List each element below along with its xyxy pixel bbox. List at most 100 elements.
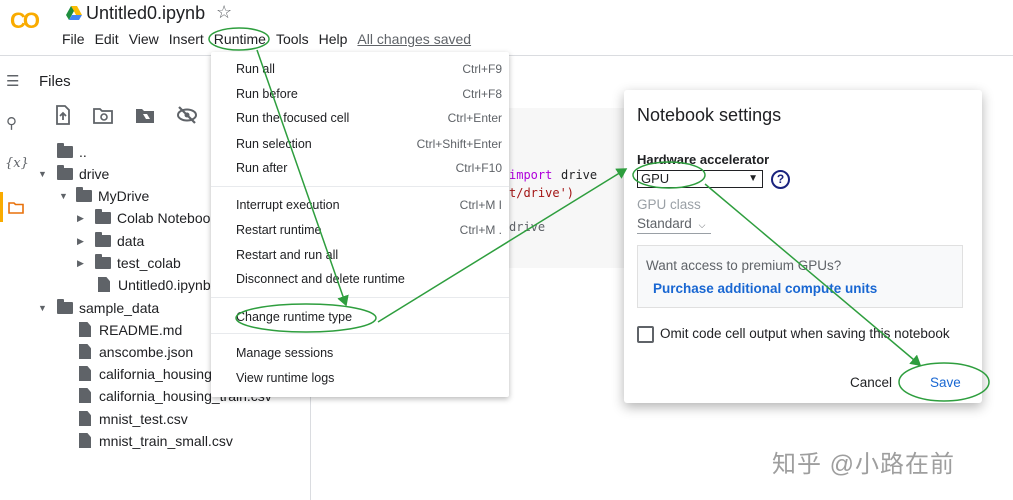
- tree-item-mydrive[interactable]: MyDrive: [76, 186, 149, 206]
- tree-item-label: README.md: [99, 322, 183, 338]
- files-folder-icon[interactable]: [8, 201, 24, 214]
- tree-item-anscombe[interactable]: anscombe.json: [79, 342, 193, 362]
- menu-separator: [211, 297, 509, 298]
- menu-item-interrupt-execution[interactable]: Interrupt execution Ctrl+M I: [211, 194, 509, 216]
- colab-logo[interactable]: CO: [10, 8, 48, 38]
- premium-gpu-promo: Want access to premium GPUs? Purchase ad…: [637, 245, 963, 308]
- tree-item-label: sample_data: [79, 300, 160, 316]
- logo-text: CO: [10, 8, 40, 33]
- purchase-compute-link[interactable]: Purchase additional compute units: [653, 281, 877, 296]
- folder-icon: [57, 299, 73, 314]
- left-rail: ☰ ⚲ {x}: [0, 56, 30, 500]
- save-button[interactable]: Save: [930, 375, 961, 390]
- menu-item-change-runtime-type[interactable]: Change runtime type: [211, 306, 509, 328]
- runtime-menu: Run all Ctrl+F9 Run before Ctrl+F8 Run the…: [211, 52, 509, 397]
- omit-output-label: Omit code cell output when saving this n…: [660, 326, 950, 341]
- hardware-accelerator-select[interactable]: GPU ▼: [637, 170, 763, 188]
- tree-item-label: mnist_test.csv: [99, 411, 188, 427]
- tree-item-test-colab[interactable]: test_colab: [95, 253, 181, 273]
- select-arrow-icon: ▼: [748, 173, 758, 184]
- tree-item-drive[interactable]: drive: [57, 164, 109, 184]
- tree-item-label: california_housing_: [99, 366, 220, 382]
- gpu-class-select[interactable]: Standard ⌵: [637, 216, 711, 234]
- menu-item-manage-sessions[interactable]: Manage sessions: [211, 342, 509, 364]
- gpu-class-label: GPU class: [637, 197, 701, 212]
- chevron-right-icon[interactable]: ▶: [77, 253, 84, 273]
- hide-files-icon[interactable]: [176, 104, 198, 126]
- tree-item-data[interactable]: data: [95, 231, 144, 251]
- menu-item-run-selection[interactable]: Run selection Ctrl+Shift+Enter: [211, 133, 509, 155]
- file-icon: [79, 344, 91, 359]
- code-output: drive: [509, 220, 546, 234]
- menu-edit[interactable]: Edit: [95, 31, 119, 49]
- chevron-down-icon[interactable]: ▼: [59, 186, 68, 206]
- menu-tools[interactable]: Tools: [276, 31, 309, 49]
- folder-icon: [95, 232, 111, 247]
- file-icon: [79, 411, 91, 426]
- tree-item-untitled0[interactable]: Untitled0.ipynb: [98, 275, 211, 295]
- menu-item-view-runtime-logs[interactable]: View runtime logs: [211, 367, 509, 389]
- active-tab-indicator: [0, 192, 3, 222]
- gpu-class-value: Standard: [637, 216, 692, 231]
- chevron-down-icon[interactable]: ▼: [38, 298, 47, 318]
- tree-item-california-housing-test[interactable]: california_housing_: [79, 364, 220, 384]
- menu-item-disconnect-delete-runtime[interactable]: Disconnect and delete runtime: [211, 268, 509, 290]
- dialog-title: Notebook settings: [637, 105, 782, 125]
- menu-item-run-all[interactable]: Run all Ctrl+F9: [211, 58, 509, 80]
- menubar: File Edit View Insert Runtime Tools Help…: [62, 31, 481, 49]
- search-icon[interactable]: ⚲: [6, 114, 17, 132]
- tree-item-label: Colab Notebooks: [117, 210, 225, 226]
- refresh-folder-icon[interactable]: [92, 104, 114, 126]
- code-string: t/drive'): [509, 186, 575, 200]
- menu-separator: [211, 186, 509, 187]
- star-icon[interactable]: ☆: [216, 2, 232, 23]
- menu-item-restart-runtime[interactable]: Restart runtime Ctrl+M .: [211, 219, 509, 241]
- hardware-accelerator-label: Hardware accelerator: [637, 152, 770, 167]
- chevron-down-icon: ⌵: [698, 220, 706, 230]
- mount-drive-icon[interactable]: [134, 104, 156, 126]
- chevron-right-icon[interactable]: ▶: [77, 231, 84, 251]
- tree-item-sample-data[interactable]: sample_data: [57, 298, 159, 318]
- file-icon: [79, 322, 91, 337]
- menu-item-run-focused-cell[interactable]: Run the focused cell Ctrl+Enter: [211, 107, 509, 129]
- google-drive-icon: [66, 6, 82, 20]
- menu-item-run-after[interactable]: Run after Ctrl+F10: [211, 157, 509, 179]
- menu-runtime[interactable]: Runtime: [214, 31, 266, 49]
- menu-help[interactable]: Help: [319, 31, 348, 49]
- watermark-text: 知乎 @小路在前: [772, 451, 956, 478]
- menu-separator: [211, 333, 509, 334]
- tree-item-colab-notebooks[interactable]: Colab Notebooks: [95, 208, 224, 228]
- omit-output-checkbox[interactable]: [637, 326, 654, 343]
- notebook-title[interactable]: Untitled0.ipynb: [86, 3, 205, 24]
- variables-icon[interactable]: {x}: [5, 156, 29, 171]
- chevron-right-icon[interactable]: ▶: [77, 208, 84, 228]
- table-of-contents-icon[interactable]: ☰: [6, 72, 19, 90]
- menu-file[interactable]: File: [62, 31, 85, 49]
- menu-insert[interactable]: Insert: [169, 31, 204, 49]
- tree-item-parent[interactable]: ..: [57, 142, 87, 162]
- notebook-settings-dialog: Notebook settings Hardware accelerator G…: [624, 90, 982, 403]
- tree-item-label: drive: [79, 166, 110, 182]
- tree-item-label: test_colab: [117, 255, 181, 271]
- menu-item-restart-and-run-all[interactable]: Restart and run all: [211, 244, 509, 266]
- tree-item-label: ..: [79, 144, 87, 160]
- menu-view[interactable]: View: [129, 31, 159, 49]
- menu-item-run-before[interactable]: Run before Ctrl+F8: [211, 83, 509, 105]
- tree-item-label: data: [117, 233, 145, 249]
- folder-up-icon: [57, 143, 73, 158]
- tree-item-readme[interactable]: README.md: [79, 320, 182, 340]
- folder-icon: [76, 187, 92, 202]
- help-icon[interactable]: ?: [771, 170, 790, 189]
- files-panel-title: Files: [39, 73, 71, 90]
- tree-item-mnist-test[interactable]: mnist_test.csv: [79, 409, 188, 429]
- code-keyword: import: [509, 168, 553, 182]
- tree-item-mnist-train-small[interactable]: mnist_train_small.csv: [79, 431, 233, 451]
- upload-file-icon[interactable]: [52, 104, 74, 126]
- tree-item-label: mnist_train_small.csv: [99, 433, 233, 449]
- cancel-button[interactable]: Cancel: [850, 375, 892, 390]
- hardware-accelerator-value: GPU: [641, 171, 670, 186]
- save-status-link[interactable]: All changes saved: [357, 31, 471, 49]
- chevron-down-icon[interactable]: ▼: [38, 164, 47, 184]
- promo-question: Want access to premium GPUs?: [646, 258, 842, 273]
- folder-icon: [57, 165, 73, 180]
